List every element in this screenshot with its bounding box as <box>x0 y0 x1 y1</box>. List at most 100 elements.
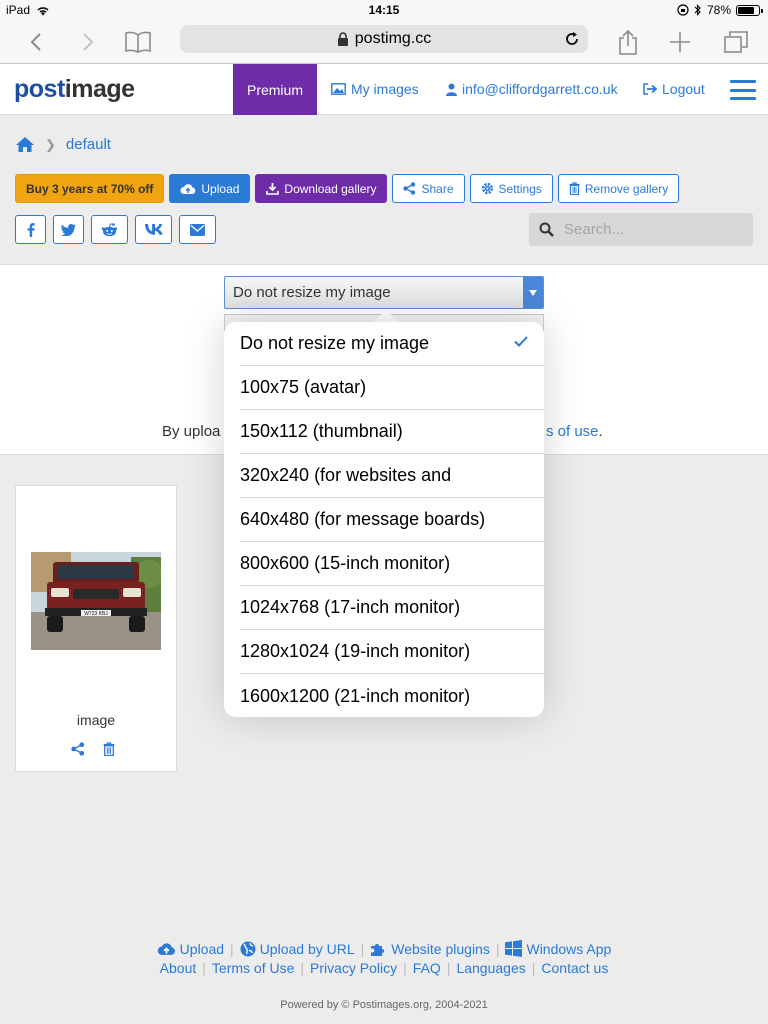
windows-icon <box>505 940 523 957</box>
buy-premium-button[interactable]: Buy 3 years at 70% off <box>15 174 165 203</box>
license-plate: W723 KBJ <box>84 611 108 617</box>
social-share-buttons <box>15 215 216 244</box>
tabs-icon <box>724 31 748 53</box>
resize-option[interactable]: Do not resize my image <box>240 322 544 366</box>
battery-icon <box>736 4 763 16</box>
footer-privacy-link[interactable]: Privacy Policy <box>310 960 397 976</box>
terms-text: By uploa <box>162 423 221 440</box>
vk-icon <box>144 224 163 235</box>
footer-windows-app-link[interactable]: Windows App <box>505 940 611 957</box>
reload-icon[interactable] <box>564 31 580 47</box>
resize-option[interactable]: 1600x1200 (21-inch monitor) <box>240 674 544 717</box>
terms-period: . <box>598 423 603 440</box>
download-icon <box>266 183 280 195</box>
bluetooth-icon <box>694 4 701 16</box>
gallery-item: W723 KBJ image <box>15 485 177 772</box>
resize-select-value: Do not resize my image <box>233 284 391 301</box>
vk-share-button[interactable] <box>135 215 172 244</box>
bookmarks-button[interactable] <box>122 26 154 58</box>
footer-about-link[interactable]: About <box>160 960 197 976</box>
footer-upload-url-link[interactable]: Upload by URL <box>240 941 355 957</box>
back-button[interactable] <box>20 26 52 58</box>
resize-option[interactable]: 100x75 (avatar) <box>240 366 544 410</box>
share-nodes-icon <box>403 182 416 195</box>
footer-links-primary: Upload | Upload by URL | Website plugins… <box>0 940 768 957</box>
tabs-button[interactable] <box>720 26 752 58</box>
breadcrumb-current[interactable]: default <box>66 136 111 153</box>
trash-icon[interactable] <box>103 742 115 756</box>
gallery-actions: Buy 3 years at 70% off Upload Download g… <box>15 174 680 203</box>
footer-terms-link[interactable]: Terms of Use <box>212 960 294 976</box>
resize-option[interactable]: 800x600 (15-inch monitor) <box>240 542 544 586</box>
share-nodes-icon[interactable] <box>71 742 85 756</box>
new-tab-button[interactable] <box>664 26 696 58</box>
terms-of-use-link[interactable]: s of use <box>546 423 599 440</box>
logo[interactable]: postimage <box>14 75 135 104</box>
image-title: image <box>76 712 116 728</box>
resize-option[interactable]: 1024x768 (17-inch monitor) <box>240 586 544 630</box>
footer-contact-link[interactable]: Contact us <box>541 960 608 976</box>
chevron-left-icon <box>30 33 41 51</box>
breadcrumb: ❯ default <box>15 136 111 153</box>
footer-faq-link[interactable]: FAQ <box>413 960 441 976</box>
reddit-icon <box>101 222 118 236</box>
share-sheet-button[interactable] <box>612 26 644 58</box>
twitter-share-button[interactable] <box>53 215 84 244</box>
home-icon[interactable] <box>15 136 35 153</box>
cloud-upload-icon <box>157 942 175 955</box>
resize-option[interactable]: 150x112 (thumbnail) <box>240 410 544 454</box>
user-icon <box>446 83 457 96</box>
resize-option[interactable]: 640x480 (for message boards) <box>240 498 544 542</box>
puzzle-icon <box>371 943 385 956</box>
my-images-link[interactable]: My images <box>331 81 419 97</box>
remove-gallery-button[interactable]: Remove gallery <box>557 174 680 203</box>
menu-hamburger-icon[interactable] <box>730 80 756 100</box>
resize-option[interactable]: 1280x1024 (19-inch monitor) <box>240 630 544 674</box>
browser-toolbar: postimg.cc <box>0 20 768 64</box>
email-share-button[interactable] <box>179 215 216 244</box>
status-bar: iPad 14:15 78% <box>0 0 768 20</box>
image-thumbnail[interactable]: W723 KBJ <box>31 552 161 650</box>
cloud-upload-icon <box>180 183 196 194</box>
logout-icon <box>643 83 657 95</box>
resize-select[interactable]: Do not resize my image <box>224 276 544 309</box>
globe-icon <box>240 941 256 956</box>
footer-plugins-link[interactable]: Website plugins <box>370 941 490 957</box>
orientation-lock-icon <box>677 4 689 16</box>
footer-languages-link[interactable]: Languages <box>456 960 525 976</box>
reddit-share-button[interactable] <box>91 215 128 244</box>
footer-upload-link[interactable]: Upload <box>157 941 224 957</box>
address-bar[interactable]: postimg.cc <box>180 25 588 53</box>
trash-icon <box>569 182 580 195</box>
resize-options-popover: Do not resize my image 100x75 (avatar) 1… <box>224 322 544 717</box>
search-icon <box>539 222 554 237</box>
image-icon <box>331 83 346 95</box>
chevron-right-icon: ❯ <box>45 136 56 152</box>
settings-button[interactable]: Settings <box>469 174 553 203</box>
checkmark-icon <box>514 336 528 347</box>
forward-button[interactable] <box>72 26 104 58</box>
battery-percent: 78% <box>706 3 731 17</box>
site-header: postimage Premium My images info@cliffor… <box>0 64 768 115</box>
search-input[interactable] <box>564 221 734 238</box>
twitter-icon <box>61 223 76 236</box>
powered-by: Powered by © Postimages.org, 2004-2021 <box>280 999 488 1011</box>
share-button[interactable]: Share <box>392 174 465 203</box>
url-text: postimg.cc <box>354 30 432 47</box>
upload-button[interactable]: Upload <box>169 174 251 203</box>
footer-links-secondary: About | Terms of Use | Privacy Policy | … <box>159 960 609 976</box>
plus-icon <box>670 32 690 52</box>
premium-link[interactable]: Premium <box>233 64 317 115</box>
facebook-share-button[interactable] <box>15 215 46 244</box>
resize-option[interactable]: 320x240 (for websites and <box>240 454 544 498</box>
account-email-link[interactable]: info@cliffordgarrett.co.uk <box>446 81 618 97</box>
download-gallery-button[interactable]: Download gallery <box>255 174 388 203</box>
logout-link[interactable]: Logout <box>643 81 705 97</box>
gallery-search <box>529 213 753 246</box>
gear-icon <box>481 182 493 195</box>
facebook-icon <box>27 222 35 237</box>
chevron-down-icon <box>523 277 543 308</box>
clock: 14:15 <box>368 3 400 17</box>
share-icon <box>619 29 637 55</box>
land-rover-photo: W723 KBJ <box>31 552 161 650</box>
